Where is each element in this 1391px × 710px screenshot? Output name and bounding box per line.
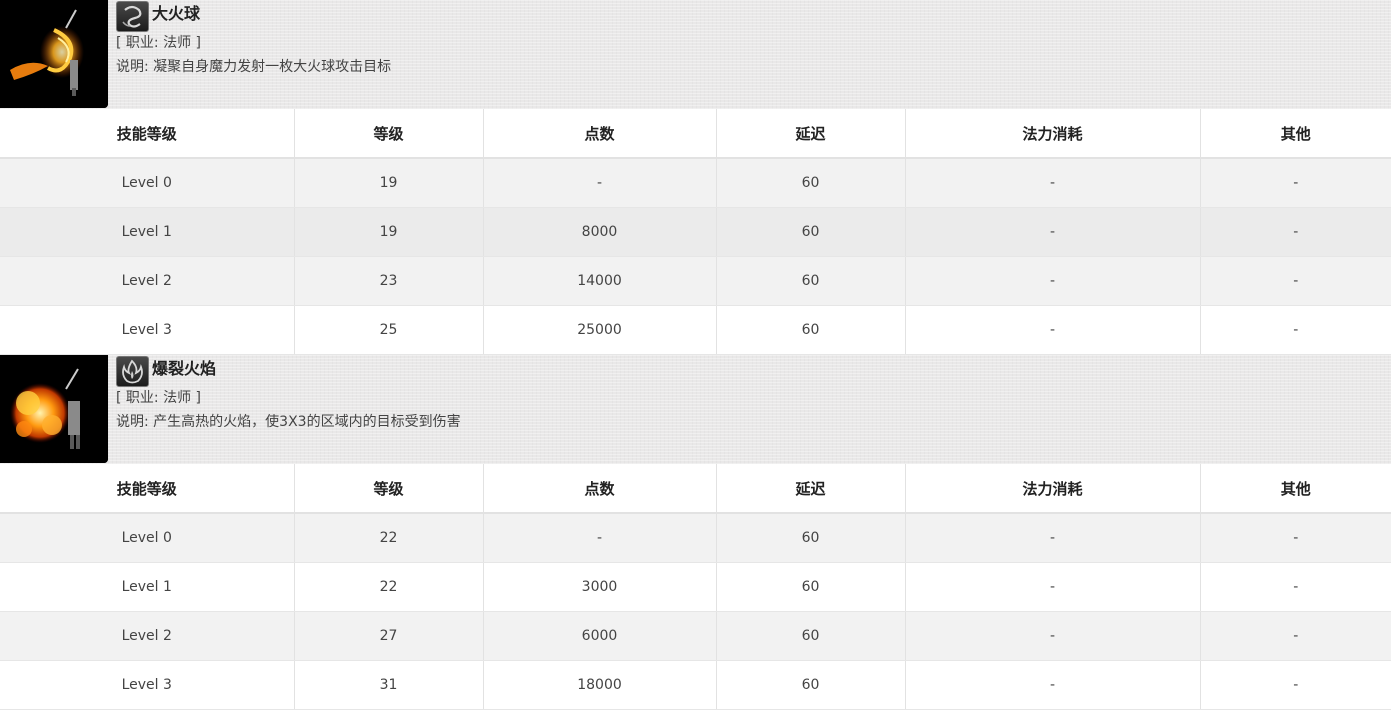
column-header-mana-cost: 法力消耗 [905, 464, 1201, 514]
cell-delay: 60 [716, 207, 906, 257]
cell-points: 18000 [483, 660, 717, 710]
cell-other: - [1200, 207, 1391, 257]
cell-mana-cost: - [905, 660, 1201, 710]
column-header-delay: 延迟 [716, 109, 906, 159]
cell-skill-level: Level 1 [0, 207, 295, 257]
column-header-level: 等级 [294, 109, 484, 159]
cell-level: 27 [294, 611, 484, 661]
cell-delay: 60 [716, 305, 906, 355]
cell-skill-level: Level 3 [0, 660, 295, 710]
table-row: Level 1 22 3000 60 - - [0, 562, 1391, 612]
skill-description: 说明: 产生高热的火焰，使3X3的区域内的目标受到伤害 [116, 414, 461, 430]
cell-mana-cost: - [905, 513, 1201, 563]
cell-other: - [1200, 513, 1391, 563]
cell-mana-cost: - [905, 158, 1201, 208]
cell-delay: 60 [716, 513, 906, 563]
skill-header: 大火球 [ 职业: 法师 ] 说明: 凝聚自身魔力发射一枚大火球攻击目标 [0, 0, 1391, 109]
cell-skill-level: Level 0 [0, 158, 295, 208]
table-row: Level 3 31 18000 60 - - [0, 660, 1391, 710]
cell-delay: 60 [716, 660, 906, 710]
skill-class-label: [ 职业: 法师 ] [116, 390, 201, 406]
cell-points: 14000 [483, 256, 717, 306]
cell-points: 25000 [483, 305, 717, 355]
skill-block-fireball: 大火球 [ 职业: 法师 ] 说明: 凝聚自身魔力发射一枚大火球攻击目标 技能等… [0, 0, 1391, 355]
cell-level: 22 [294, 562, 484, 612]
column-header-points: 点数 [483, 109, 717, 159]
column-header-points: 点数 [483, 464, 717, 514]
table-row: Level 2 27 6000 60 - - [0, 611, 1391, 661]
cell-delay: 60 [716, 562, 906, 612]
cell-points: 6000 [483, 611, 717, 661]
cell-other: - [1200, 256, 1391, 306]
cell-skill-level: Level 0 [0, 513, 295, 563]
column-header-mana-cost: 法力消耗 [905, 109, 1201, 159]
skill-header: 爆裂火焰 [ 职业: 法师 ] 说明: 产生高热的火焰，使3X3的区域内的目标受… [0, 355, 1391, 464]
cell-mana-cost: - [905, 562, 1201, 612]
cell-points: 8000 [483, 207, 717, 257]
cell-level: 23 [294, 256, 484, 306]
table-row: Level 1 19 8000 60 - - [0, 207, 1391, 257]
cell-level: 19 [294, 158, 484, 208]
cell-mana-cost: - [905, 611, 1201, 661]
cell-other: - [1200, 562, 1391, 612]
table-row: Level 0 19 - 60 - - [0, 158, 1391, 208]
cell-delay: 60 [716, 611, 906, 661]
skill-level-table: 技能等级 等级 点数 延迟 法力消耗 其他 Level 0 19 - 60 - … [0, 109, 1391, 355]
cell-skill-level: Level 3 [0, 305, 295, 355]
cell-mana-cost: - [905, 256, 1201, 306]
cell-level: 25 [294, 305, 484, 355]
table-row: Level 3 25 25000 60 - - [0, 305, 1391, 355]
column-header-level: 等级 [294, 464, 484, 514]
cell-level: 19 [294, 207, 484, 257]
skill-description: 说明: 凝聚自身魔力发射一枚大火球攻击目标 [116, 59, 392, 75]
table-row: Level 0 22 - 60 - - [0, 513, 1391, 563]
column-header-delay: 延迟 [716, 464, 906, 514]
skill-block-explosive-flame: 爆裂火焰 [ 职业: 法师 ] 说明: 产生高热的火焰，使3X3的区域内的目标受… [0, 355, 1391, 710]
explosion-warrior-portrait-icon [0, 355, 108, 463]
skill-name: 爆裂火焰 [152, 359, 217, 378]
column-header-other: 其他 [1200, 109, 1391, 159]
cell-skill-level: Level 2 [0, 256, 295, 306]
cell-skill-level: Level 2 [0, 611, 295, 661]
column-header-skill-level: 技能等级 [0, 464, 295, 514]
cell-mana-cost: - [905, 305, 1201, 355]
cell-points: 3000 [483, 562, 717, 612]
column-header-skill-level: 技能等级 [0, 109, 295, 159]
table-header-row: 技能等级 等级 点数 延迟 法力消耗 其他 [0, 109, 1391, 159]
fireball-warrior-portrait-icon [0, 0, 108, 108]
table-header-row: 技能等级 等级 点数 延迟 法力消耗 其他 [0, 464, 1391, 514]
flame-burst-icon [116, 356, 149, 387]
cell-mana-cost: - [905, 207, 1201, 257]
cell-skill-level: Level 1 [0, 562, 295, 612]
cell-other: - [1200, 660, 1391, 710]
cell-delay: 60 [716, 256, 906, 306]
skill-class-label: [ 职业: 法师 ] [116, 35, 201, 51]
cell-level: 31 [294, 660, 484, 710]
skill-level-table: 技能等级 等级 点数 延迟 法力消耗 其他 Level 0 22 - 60 - … [0, 464, 1391, 710]
skill-name: 大火球 [152, 4, 201, 23]
cell-level: 22 [294, 513, 484, 563]
cell-points: - [483, 513, 717, 563]
cell-delay: 60 [716, 158, 906, 208]
swirl-rune-icon [116, 1, 149, 32]
table-row: Level 2 23 14000 60 - - [0, 256, 1391, 306]
cell-other: - [1200, 611, 1391, 661]
cell-other: - [1200, 158, 1391, 208]
cell-points: - [483, 158, 717, 208]
column-header-other: 其他 [1200, 464, 1391, 514]
cell-other: - [1200, 305, 1391, 355]
